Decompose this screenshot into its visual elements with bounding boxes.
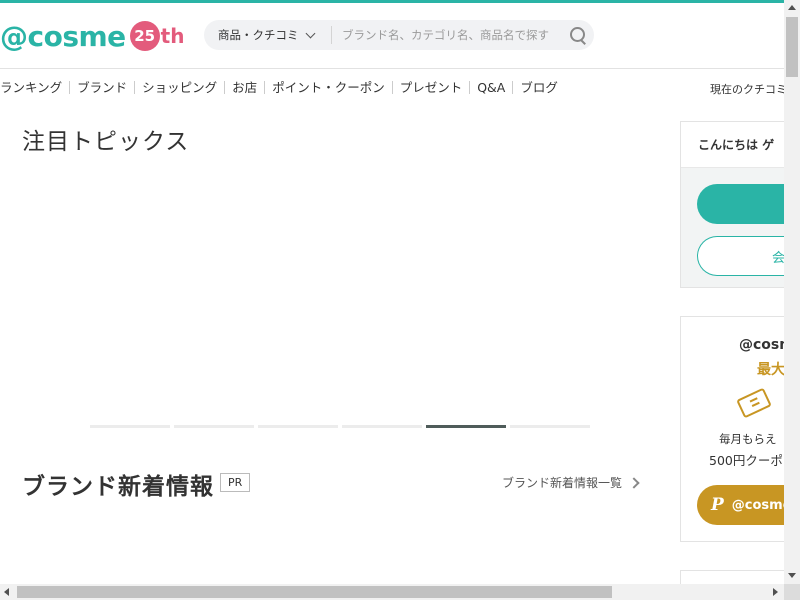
anniversary-badge: 25 [129, 21, 160, 51]
nav-item[interactable]: Q&A [470, 80, 514, 94]
chevron-right-icon [628, 476, 640, 489]
carousel-indicators [90, 425, 590, 428]
nav-item[interactable]: ショッピング [135, 80, 226, 94]
scroll-left-icon[interactable] [4, 588, 9, 596]
nav-item[interactable]: ポイント・クーポン [265, 80, 393, 94]
search-bar: 商品・クチコミ [204, 20, 594, 50]
site-logo[interactable]: @cosme 25 th [0, 18, 184, 54]
chevron-down-icon [305, 28, 315, 38]
sidebar-next-panel [680, 570, 784, 584]
login-panel: こんにちは ゲ 会 [680, 121, 797, 288]
anniversary-suffix: th [160, 24, 185, 48]
pr-badge: PR [220, 473, 251, 492]
nav-item[interactable]: ブログ [513, 81, 565, 94]
coupon-promo-panel: @cosm 最大 毎月もらえ 500円クーポ P @cosme [680, 316, 784, 542]
search-icon[interactable] [564, 20, 594, 50]
nav-item[interactable]: プレゼント [393, 80, 471, 94]
nav-item[interactable]: お店 [225, 80, 266, 94]
carousel-dot[interactable] [342, 425, 422, 428]
promo-button[interactable]: P @cosme [697, 485, 784, 525]
scroll-down-icon[interactable] [788, 573, 796, 578]
brand-news-title: ブランド新着情報 [22, 474, 214, 500]
login-button[interactable] [697, 184, 797, 224]
scroll-up-icon[interactable] [788, 5, 796, 10]
promo-line2: 500円クーポ [709, 453, 783, 468]
carousel-dot[interactable] [90, 425, 170, 428]
carousel-dot[interactable] [510, 425, 590, 428]
ticket-icon [736, 387, 772, 419]
promo-title: @cosm [739, 337, 784, 353]
vertical-scrollbar[interactable] [784, 0, 800, 584]
search-input[interactable] [332, 20, 564, 50]
promo-button-label: @cosme [731, 497, 784, 513]
carousel-dot[interactable] [174, 425, 254, 428]
brand-news-list-label: ブランド新着情報一覧 [502, 476, 623, 490]
scrollbar-corner [784, 584, 800, 600]
nav-item[interactable]: ブランド [70, 80, 136, 94]
horizontal-scroll-thumb[interactable] [17, 586, 612, 598]
current-reviews-link[interactable]: 現在のクチコミ [710, 81, 784, 97]
search-category-select[interactable]: 商品・クチコミ [204, 26, 332, 44]
carousel-dot[interactable] [258, 425, 338, 428]
vertical-scroll-thumb[interactable] [786, 17, 798, 77]
logo-text: @cosme [0, 19, 126, 53]
search-category-label: 商品・クチコミ [218, 28, 299, 42]
brand-news-list-link[interactable]: ブランド新着情報一覧 [502, 474, 640, 491]
promo-line1: 毎月もらえ [719, 432, 777, 446]
topics-title: 注目トピックス [22, 129, 190, 155]
nav-item[interactable]: ランキング [0, 80, 71, 94]
register-button[interactable]: 会 [697, 236, 797, 276]
carousel-dot-active[interactable] [426, 425, 506, 428]
promo-subtitle: 最大 [757, 362, 784, 378]
global-nav: ランキング ブランド ショッピング お店 ポイント・クーポン プレゼント Q&A ブログ [0, 70, 784, 104]
site-header: @cosme 25 th 商品・クチコミ [0, 3, 784, 69]
greeting-text: こんにちは ゲ [681, 122, 784, 168]
login-panel-body: 会 [681, 168, 797, 287]
scroll-right-icon[interactable] [773, 588, 778, 596]
horizontal-scrollbar[interactable] [0, 584, 784, 600]
points-icon: P [711, 495, 724, 515]
